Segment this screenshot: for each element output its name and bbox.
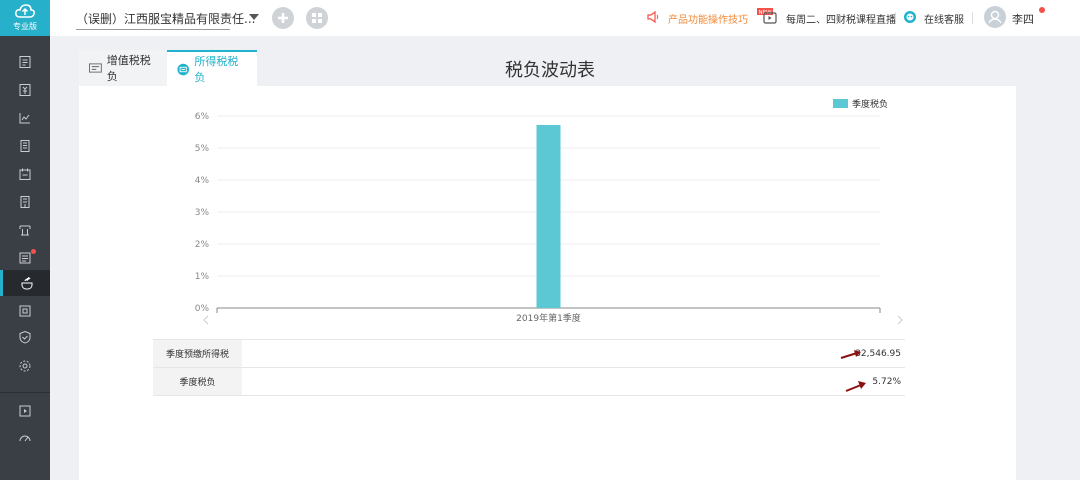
row-label: 季度税负 xyxy=(153,367,242,396)
sidebar-item-tax-burden[interactable] xyxy=(0,270,50,296)
income-tab-icon xyxy=(177,63,189,75)
chart-bar xyxy=(536,124,561,309)
row-value: 32,546.95 xyxy=(242,339,905,368)
annotation-arrow-icon xyxy=(845,381,866,392)
sidebar-item-calendar[interactable] xyxy=(0,161,50,187)
row-value: 5.72% xyxy=(242,367,905,396)
y-tick-label: 0% xyxy=(195,304,210,314)
y-tick-label: 6% xyxy=(195,112,210,122)
sidebar-item-video[interactable] xyxy=(0,398,50,424)
tab-vat-label: 增值税税负 xyxy=(106,54,151,83)
sidebar-item-settings[interactable] xyxy=(0,353,50,379)
live-tv-icon: NEW xyxy=(757,8,777,24)
table-row: 季度预缴所得税 32,546.95 xyxy=(153,339,905,368)
notification-dot xyxy=(31,249,36,254)
apps-button[interactable] xyxy=(306,7,328,29)
gear-icon xyxy=(19,360,31,372)
calendar-icon xyxy=(19,168,31,180)
annotation-arrow-icon xyxy=(840,350,861,359)
plus-icon xyxy=(278,13,288,23)
table-row: 季度税负 5.72% xyxy=(153,367,905,396)
customer-service-icon xyxy=(904,11,916,23)
line-chart-icon xyxy=(19,113,30,124)
ledger-icon xyxy=(19,84,31,96)
declaration-icon xyxy=(19,252,31,264)
vat-tab-icon xyxy=(89,63,102,73)
y-tick-label: 1% xyxy=(195,272,210,282)
tax-icon xyxy=(19,225,31,236)
speaker-icon xyxy=(647,10,659,24)
y-tick-label: 3% xyxy=(195,208,210,218)
tax-burden-icon xyxy=(21,276,32,290)
live-course-link[interactable]: 每周二、四财税课程直播 xyxy=(786,11,896,26)
user-name[interactable]: 李四 xyxy=(1012,11,1034,27)
grid-icon xyxy=(312,13,322,23)
sidebar-item-ledger[interactable] xyxy=(0,77,50,103)
chevron-right-icon xyxy=(897,315,903,325)
add-button[interactable] xyxy=(272,7,294,29)
tab-income-burden[interactable]: 所得税税负 xyxy=(167,50,257,86)
sidebar-item-invoice[interactable] xyxy=(0,189,50,215)
chevron-left-icon xyxy=(203,315,209,325)
book-icon xyxy=(20,140,30,152)
sidebar-item-tax[interactable] xyxy=(0,217,50,243)
app-logo[interactable]: 专业版 xyxy=(0,0,50,36)
online-service-link[interactable]: 在线客服 xyxy=(924,11,964,26)
assets-icon xyxy=(19,305,31,317)
divider xyxy=(972,12,973,24)
video-icon xyxy=(19,405,31,417)
sidebar-item-voucher[interactable] xyxy=(0,49,50,75)
tab-vat-burden[interactable]: 增值税税负 xyxy=(79,50,167,86)
sidebar-divider xyxy=(0,392,50,393)
chevron-down-icon[interactable] xyxy=(249,14,259,20)
notification-dot xyxy=(1039,7,1045,13)
divider xyxy=(895,12,896,24)
page-title: 税负波动表 xyxy=(505,60,595,81)
y-tick-label: 4% xyxy=(195,176,210,186)
shield-check-icon xyxy=(19,330,31,344)
invoice-icon xyxy=(20,196,30,208)
y-tick-label: 2% xyxy=(195,240,210,250)
sidebar-item-declaration[interactable] xyxy=(0,245,50,271)
row-label: 季度预缴所得税 xyxy=(153,339,242,368)
y-tick-label: 5% xyxy=(195,144,210,154)
sidebar-item-audit[interactable] xyxy=(0,324,50,350)
tab-income-label: 所得税税负 xyxy=(194,55,239,84)
sidebar-item-assets[interactable] xyxy=(0,298,50,324)
tax-burden-chart: 0% 1% 2% 3% 4% 5% 6% 2019年第1季度 xyxy=(195,112,903,325)
voucher-icon xyxy=(19,56,31,68)
top-bar: （误删）江西服宝精品有限责任... 产品功能操作技巧 NEW 每周二、四财税课程… xyxy=(50,0,1080,36)
speedometer-icon xyxy=(19,435,31,442)
sidebar: 专业版 xyxy=(0,0,50,480)
tax-burden-table: 季度预缴所得税 32,546.95 季度税负 5.72% xyxy=(153,339,905,396)
user-icon xyxy=(988,10,1002,24)
company-selector[interactable]: （误删）江西服宝精品有限责任... xyxy=(76,10,255,30)
sidebar-item-books[interactable] xyxy=(0,133,50,159)
product-tips-link[interactable]: 产品功能操作技巧 xyxy=(668,11,748,26)
sidebar-item-speed[interactable] xyxy=(0,425,50,451)
x-tick-label: 2019年第1季度 xyxy=(516,312,581,324)
avatar[interactable] xyxy=(984,6,1006,28)
cloud-upload-icon xyxy=(15,4,35,18)
edition-label: 专业版 xyxy=(13,22,37,31)
sidebar-item-reports[interactable] xyxy=(0,105,50,131)
